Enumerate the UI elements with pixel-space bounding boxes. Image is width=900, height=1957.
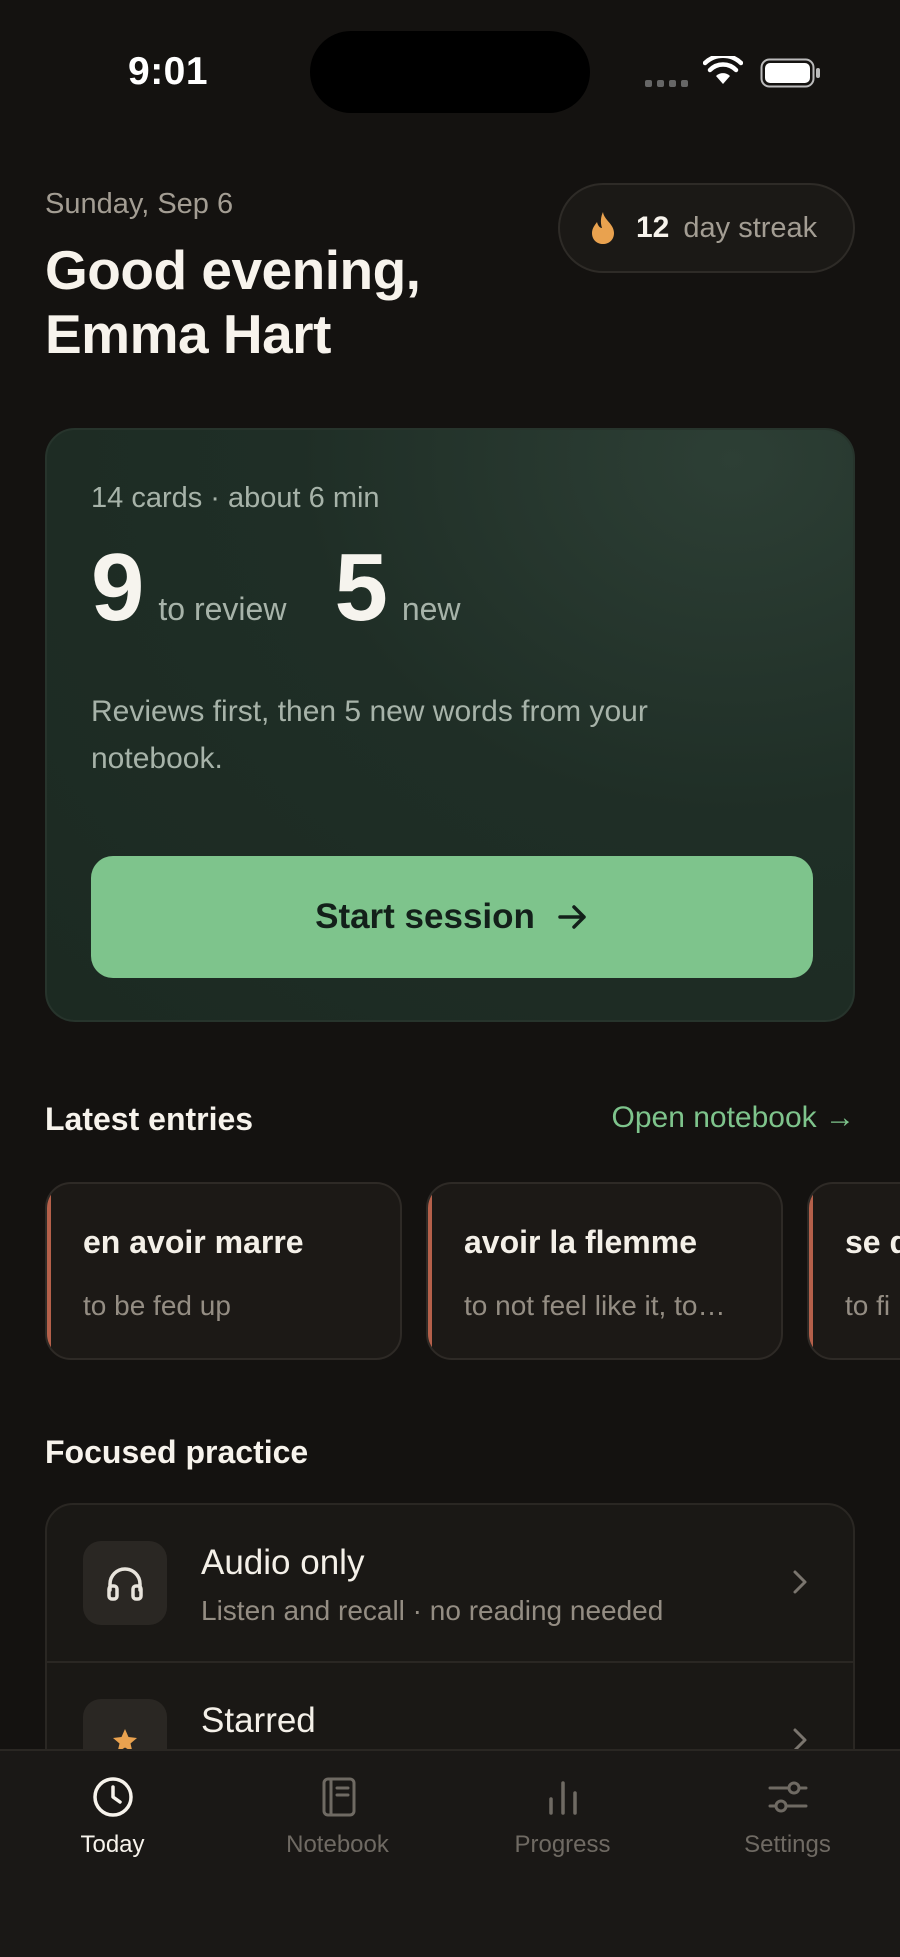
latest-entries-carousel[interactable]: en avoir marre to be fed up avoir la fle…: [45, 1182, 900, 1362]
sliders-icon: [768, 1781, 807, 1813]
arrow-right-icon: [558, 905, 586, 929]
notebook-icon: [322, 1777, 355, 1817]
tab-label: Settings: [744, 1831, 831, 1858]
session-meta: 14 cards · about 6 min: [91, 482, 380, 514]
clock-icon: [92, 1777, 133, 1817]
tab-settings[interactable]: Settings: [675, 1775, 900, 1859]
entry-definition: to not feel like it, to…: [464, 1290, 726, 1321]
session-counts: 9 to review 5 new: [91, 540, 461, 636]
practice-subtitle: Listen and recall · no reading needed: [201, 1595, 664, 1626]
open-notebook-link[interactable]: Open notebook →: [611, 1101, 855, 1135]
review-label: to review: [158, 591, 287, 627]
status-bar: 9:01: [0, 0, 900, 130]
entry-card[interactable]: avoir la flemme to not feel like it, to…: [426, 1182, 783, 1360]
streak-label: day streak: [683, 211, 818, 244]
streak-badge[interactable]: 12 day streak: [558, 183, 855, 273]
tab-label: Progress: [514, 1831, 611, 1858]
wifi-icon: [703, 56, 743, 84]
practice-title: Starred: [201, 1701, 316, 1740]
entry-card[interactable]: se d to fi: [807, 1182, 900, 1360]
session-description: Reviews first, then 5 new words from you…: [91, 695, 648, 775]
tab-today[interactable]: Today: [0, 1775, 225, 1859]
headphones-icon: [83, 1541, 167, 1625]
entry-card[interactable]: en avoir marre to be fed up: [45, 1182, 402, 1360]
tab-label: Today: [80, 1831, 145, 1858]
practice-row-audio-only[interactable]: Audio only Listen and recall · no readin…: [47, 1505, 853, 1663]
practice-title: Audio only: [201, 1543, 365, 1582]
greeting-line-1: Good evening,: [45, 239, 421, 301]
user-name: Emma Hart: [45, 303, 331, 365]
date-label: Sunday, Sep 6: [45, 188, 234, 220]
cellular-signal-icon: [645, 80, 688, 87]
dynamic-island: [310, 31, 590, 113]
chevron-right-icon: [793, 1570, 807, 1594]
new-label: new: [401, 591, 461, 627]
latest-entries-title: Latest entries: [45, 1101, 254, 1137]
bar-chart-icon: [548, 1781, 577, 1815]
entry-definition: to be fed up: [83, 1290, 231, 1321]
greeting-heading: Good evening, Emma Hart: [45, 238, 421, 366]
review-count: 9: [91, 534, 145, 641]
entry-term: en avoir marre: [83, 1224, 304, 1260]
flame-icon: [592, 212, 614, 244]
new-count: 5: [334, 534, 388, 641]
tab-progress[interactable]: Progress: [450, 1775, 675, 1859]
tab-notebook[interactable]: Notebook: [225, 1775, 450, 1859]
start-session-label: Start session: [315, 897, 535, 936]
entry-term: se d: [845, 1224, 900, 1260]
start-session-button[interactable]: Start session: [91, 856, 813, 978]
entry-definition: to fi: [845, 1290, 891, 1321]
battery-icon: [760, 58, 820, 88]
streak-count: 12: [636, 211, 670, 244]
entry-term: avoir la flemme: [464, 1224, 697, 1260]
focused-practice-title: Focused practice: [45, 1434, 309, 1470]
status-time: 9:01: [128, 50, 209, 93]
tab-label: Notebook: [286, 1831, 389, 1858]
session-card: 14 cards · about 6 min 9 to review 5 new…: [45, 428, 855, 1022]
tab-bar: Today Notebook Progress Settings: [0, 1749, 900, 1957]
